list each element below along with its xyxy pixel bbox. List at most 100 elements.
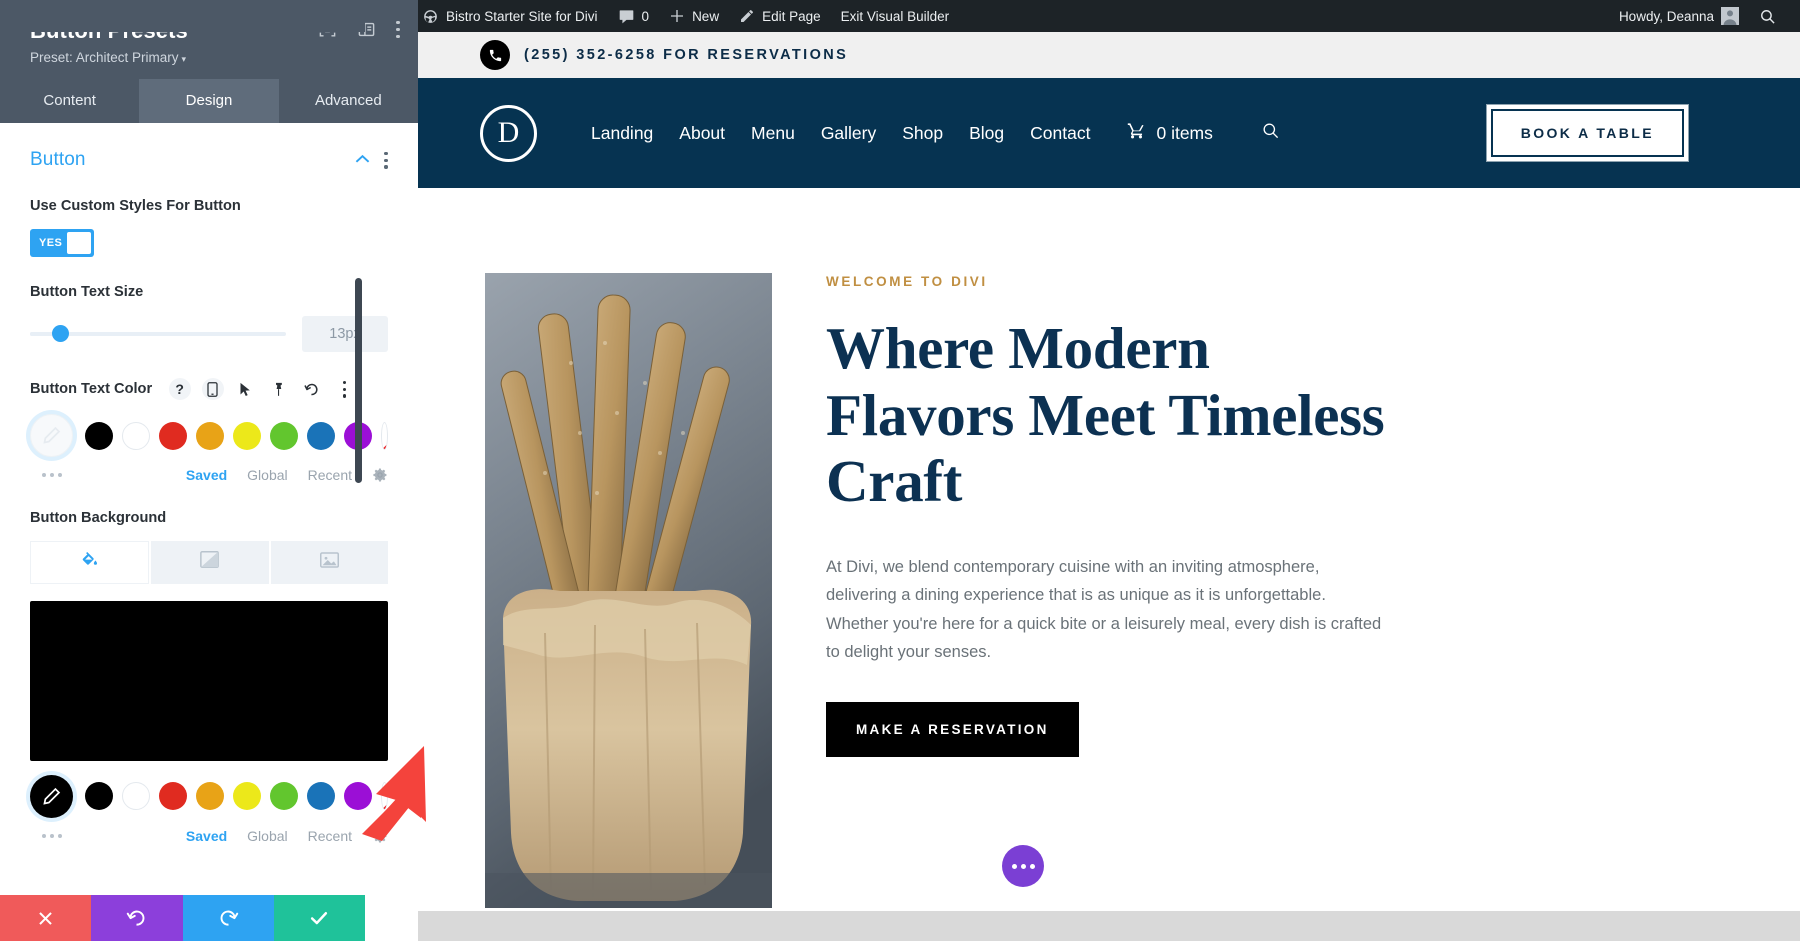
color-tab-recent[interactable]: Recent bbox=[308, 467, 352, 483]
comment-icon bbox=[619, 9, 633, 23]
mobile-icon[interactable] bbox=[201, 378, 224, 401]
field-label-button-text-color: Button Text Color bbox=[30, 380, 153, 397]
plus-icon bbox=[671, 10, 684, 22]
nav-link-contact[interactable]: Contact bbox=[1030, 123, 1090, 144]
ellipsis-icon bbox=[1011, 863, 1017, 869]
tab-advanced[interactable]: Advanced bbox=[279, 79, 418, 123]
nav-link-landing[interactable]: Landing bbox=[591, 123, 653, 144]
swatch-green[interactable] bbox=[270, 782, 298, 811]
gear-icon[interactable] bbox=[372, 467, 388, 483]
nav-link-menu[interactable]: Menu bbox=[751, 123, 795, 144]
gradient-icon bbox=[199, 550, 220, 574]
tab-content[interactable]: Content bbox=[0, 79, 139, 123]
toggle-value-label: YES bbox=[39, 236, 63, 249]
comments-count: 0 bbox=[641, 8, 650, 24]
kebab-menu-icon[interactable] bbox=[334, 378, 356, 400]
swatch-black[interactable] bbox=[85, 421, 113, 450]
swatch-white[interactable] bbox=[122, 782, 150, 811]
background-color-preview[interactable] bbox=[30, 600, 388, 761]
background-fill-color-tab[interactable] bbox=[30, 540, 150, 584]
bg-color-tab-saved[interactable]: Saved bbox=[186, 828, 227, 844]
swatch-blue[interactable] bbox=[307, 782, 335, 811]
exit-visual-builder-menu[interactable]: Exit Visual Builder bbox=[831, 0, 960, 32]
reset-icon[interactable] bbox=[301, 378, 323, 400]
hero-eyebrow: WELCOME TO DIVI bbox=[826, 274, 988, 289]
divi-floating-menu-button[interactable] bbox=[1002, 845, 1044, 887]
undo-button[interactable] bbox=[91, 895, 183, 941]
swatch-orange[interactable] bbox=[196, 421, 224, 450]
discard-button[interactable] bbox=[0, 895, 92, 941]
swatch-red[interactable] bbox=[159, 782, 187, 811]
site-navbar: D Landing About Menu Gallery Shop Blog C… bbox=[365, 78, 1800, 188]
swatch-blue[interactable] bbox=[307, 421, 335, 450]
search-icon bbox=[1761, 9, 1775, 24]
preset-selector[interactable]: Preset: Architect Primary ▾ bbox=[30, 50, 396, 65]
comments-menu[interactable]: 0 bbox=[608, 0, 660, 32]
swatch-red[interactable] bbox=[159, 421, 187, 450]
swatch-yellow[interactable] bbox=[233, 421, 261, 450]
swatch-orange[interactable] bbox=[196, 782, 224, 811]
chevron-up-icon[interactable] bbox=[355, 151, 370, 169]
panel-action-bar bbox=[0, 895, 365, 941]
field-label-button-background: Button Background bbox=[30, 510, 167, 527]
hero-section: WELCOME TO DIVI Where Modern Flavors Mee… bbox=[365, 188, 1800, 941]
slider-handle[interactable] bbox=[52, 325, 69, 343]
nav-link-shop[interactable]: Shop bbox=[902, 123, 943, 144]
nav-link-about[interactable]: About bbox=[679, 123, 725, 144]
save-button[interactable] bbox=[273, 895, 365, 941]
site-logo[interactable]: D bbox=[480, 104, 537, 162]
admin-search-button[interactable] bbox=[1749, 0, 1786, 32]
section-kebab-menu-icon[interactable] bbox=[384, 151, 388, 169]
button-text-color-icon-row: ? bbox=[168, 378, 356, 401]
edit-page-menu[interactable]: Edit Page bbox=[729, 0, 831, 32]
dashboard-icon bbox=[424, 9, 437, 23]
button-background-footer: Saved Global Recent bbox=[30, 828, 388, 844]
preset-label: Preset: Architect Primary bbox=[30, 50, 179, 66]
help-icon[interactable]: ? bbox=[168, 378, 191, 401]
cart-link[interactable]: 0 items bbox=[1126, 121, 1213, 145]
tab-design[interactable]: Design bbox=[139, 79, 279, 124]
book-a-table-button[interactable]: BOOK A TABLE bbox=[1485, 104, 1690, 162]
nav-link-blog[interactable]: Blog bbox=[969, 123, 1004, 144]
panel-top-filler bbox=[0, 0, 365, 32]
color-tab-global[interactable]: Global bbox=[247, 467, 287, 483]
more-dots-icon[interactable] bbox=[42, 833, 62, 838]
button-text-size-input[interactable]: 13px bbox=[302, 316, 388, 353]
field-use-custom-styles: Use Custom Styles For Button YES bbox=[30, 197, 388, 257]
panel-scrollbar[interactable] bbox=[355, 278, 362, 484]
button-text-size-slider[interactable] bbox=[30, 325, 286, 343]
make-a-reservation-button[interactable]: MAKE A RESERVATION bbox=[826, 702, 1079, 758]
swatch-white[interactable] bbox=[122, 421, 150, 450]
new-menu[interactable]: New bbox=[659, 0, 729, 32]
account-menu[interactable]: Howdy, Deanna bbox=[1609, 0, 1749, 32]
background-gradient-tab[interactable] bbox=[151, 540, 269, 584]
redo-button[interactable] bbox=[182, 895, 274, 941]
field-label-use-custom-styles: Use Custom Styles For Button bbox=[30, 198, 241, 215]
ellipsis-icon bbox=[1029, 863, 1035, 869]
search-icon[interactable] bbox=[1261, 121, 1280, 145]
color-tab-saved[interactable]: Saved bbox=[186, 467, 227, 483]
pin-icon[interactable] bbox=[268, 378, 290, 400]
exit-visual-builder-label: Exit Visual Builder bbox=[840, 8, 950, 24]
selected-color-preview[interactable] bbox=[30, 414, 73, 458]
swatch-yellow[interactable] bbox=[233, 782, 261, 811]
wordpress-admin-bar: Bistro Starter Site for Divi 0 New Edit … bbox=[365, 0, 1800, 32]
use-custom-styles-toggle[interactable]: YES bbox=[30, 228, 94, 257]
swatch-green[interactable] bbox=[270, 421, 298, 450]
field-button-text-size: Button Text Size 13px bbox=[30, 283, 388, 353]
eyedropper-color-button[interactable] bbox=[30, 774, 73, 818]
bg-color-tab-global[interactable]: Global bbox=[247, 828, 287, 844]
more-dots-icon[interactable] bbox=[42, 473, 62, 478]
background-image-tab[interactable] bbox=[270, 540, 388, 584]
field-button-background: Button Background Saved Global Recent bbox=[30, 509, 388, 844]
swatch-black[interactable] bbox=[85, 782, 113, 811]
swatch-transparent[interactable] bbox=[381, 421, 388, 450]
site-preview: (255) 352-6258 FOR RESERVATIONS D Landin… bbox=[365, 32, 1800, 941]
cursor-icon[interactable] bbox=[235, 378, 257, 400]
nav-link-gallery[interactable]: Gallery bbox=[821, 123, 876, 144]
preview-bottom-strip bbox=[365, 911, 1800, 941]
bg-color-tab-recent[interactable]: Recent bbox=[308, 828, 352, 844]
field-button-text-color: Button Text Color ? Saved Global Recent bbox=[30, 378, 388, 483]
kebab-menu-icon[interactable] bbox=[396, 21, 400, 38]
site-name-menu[interactable]: Bistro Starter Site for Divi bbox=[412, 0, 608, 32]
